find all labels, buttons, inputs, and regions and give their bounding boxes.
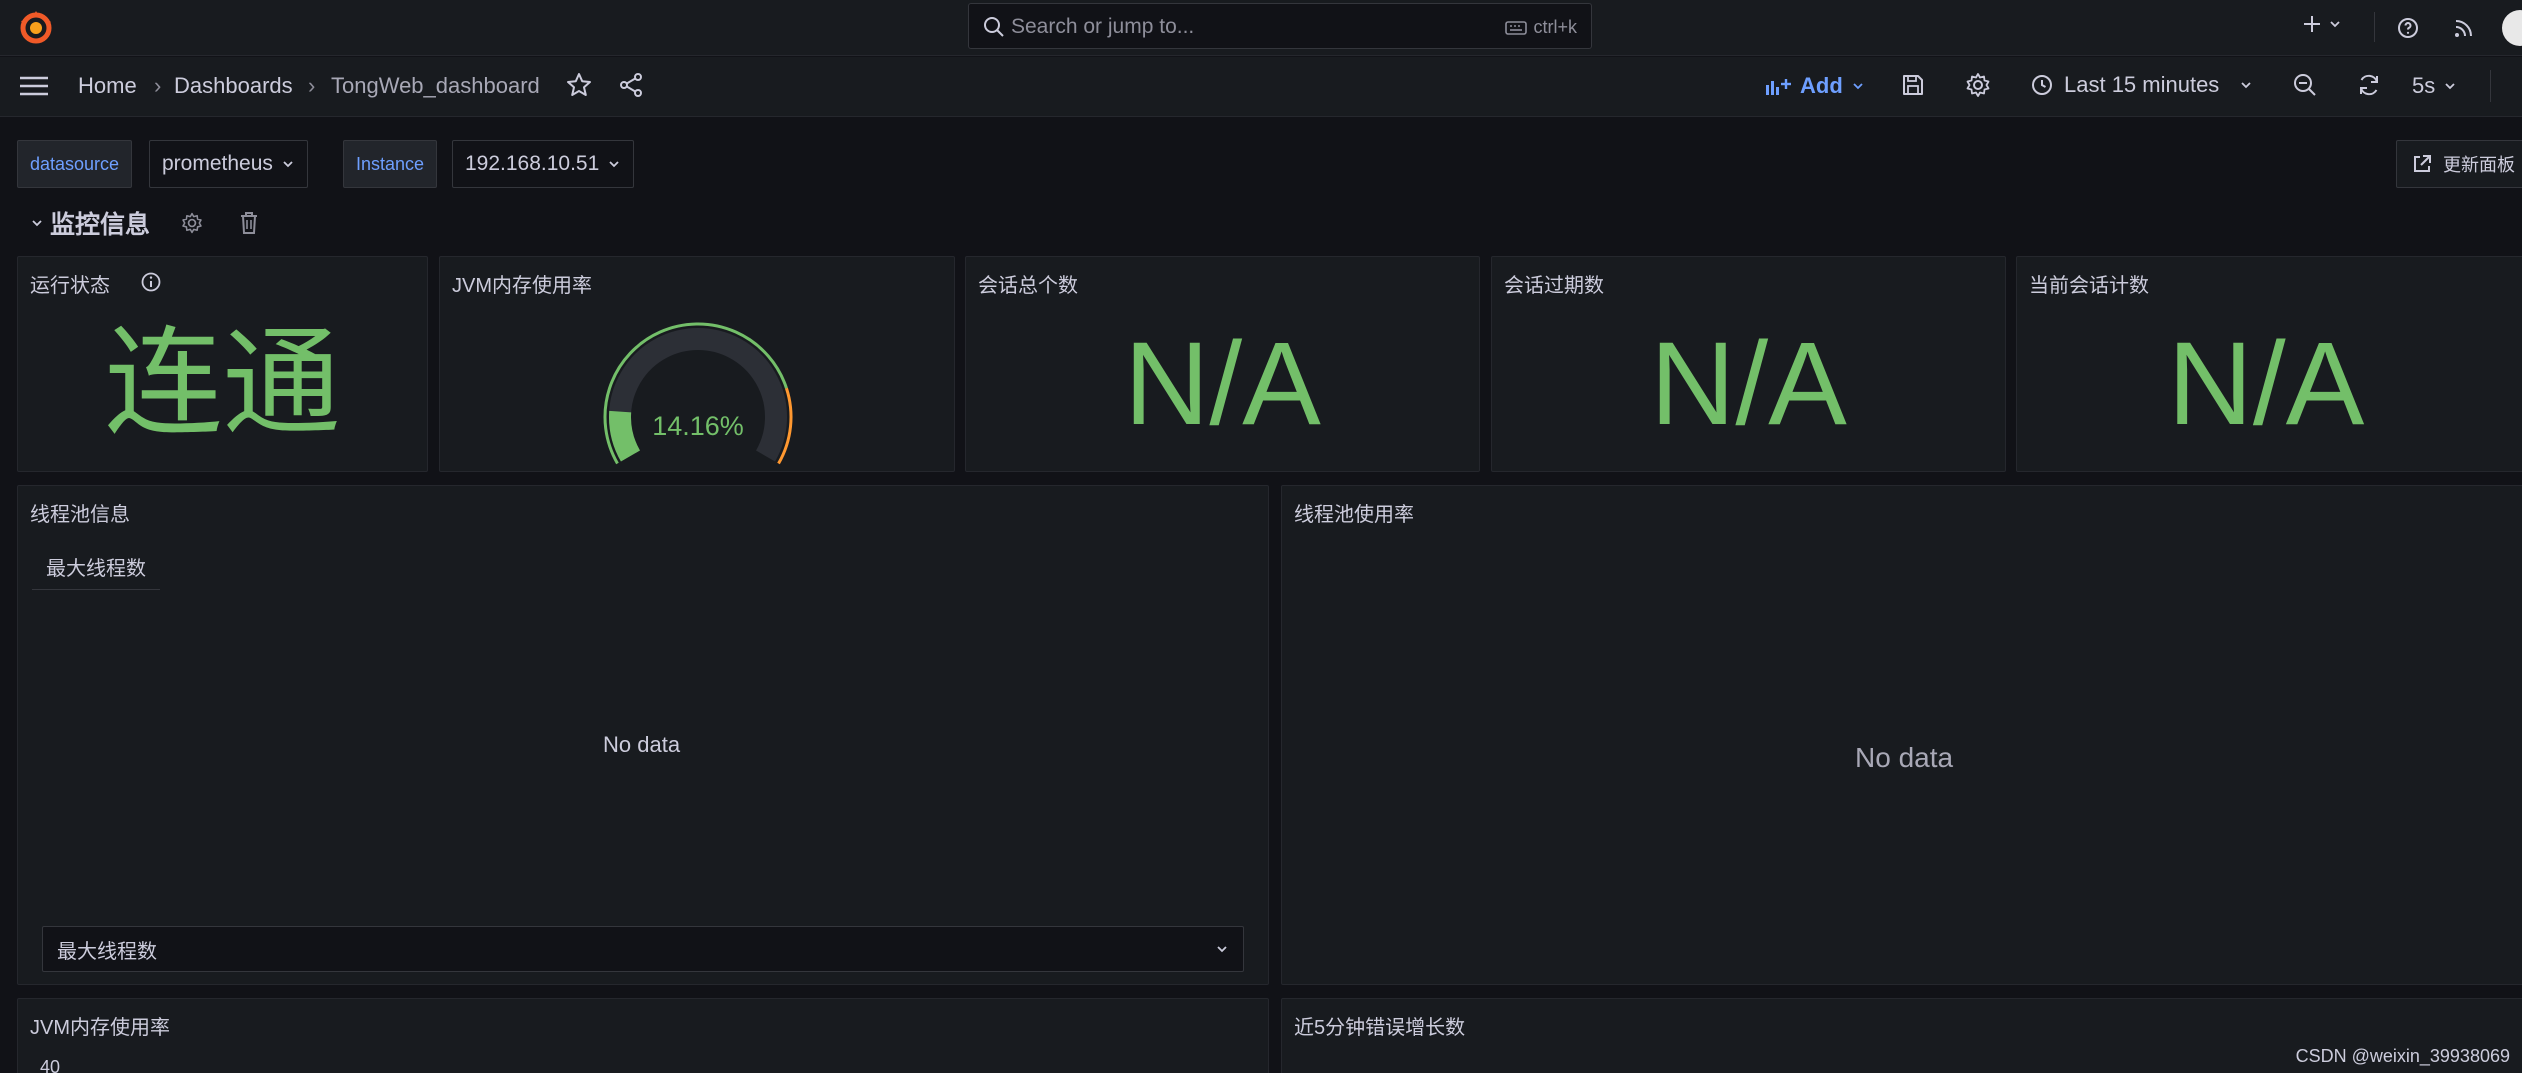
stat-value: 连通 bbox=[104, 318, 341, 450]
chevron-down-icon bbox=[2445, 83, 2455, 90]
gauge-fill bbox=[609, 410, 641, 462]
watermark-text: CSDN @weixin_39938069 bbox=[2295, 1046, 2510, 1066]
gear-icon[interactable] bbox=[1964, 71, 1992, 104]
breadcrumb-current: TongWeb_dashboard bbox=[331, 73, 540, 98]
rss-icon bbox=[2455, 20, 2472, 37]
series-select-value: 最大线程数 bbox=[57, 940, 157, 963]
search-shortcut: ctrl+k bbox=[1505, 17, 1577, 38]
chevron-down-icon bbox=[1217, 946, 1227, 953]
keyboard-icon bbox=[1505, 20, 1528, 35]
panel-title: 近5分钟错误增长数 bbox=[1294, 1017, 1466, 1039]
search-bar[interactable]: Search or jump to... ctrl+k bbox=[968, 3, 1592, 49]
datasource-value: prometheus bbox=[162, 152, 273, 175]
panel-title: 当前会话计数 bbox=[2029, 275, 2149, 297]
gauge-chart: 14.16% bbox=[603, 322, 793, 465]
plus-icon bbox=[2304, 16, 2320, 32]
refresh-interval-label: 5s bbox=[2412, 73, 2436, 98]
tab-max-threads[interactable]: 最大线程数 bbox=[32, 544, 160, 590]
search-placeholder: Search or jump to... bbox=[1011, 15, 1195, 38]
stat-value: N/A bbox=[2167, 318, 2365, 450]
share-icon[interactable] bbox=[618, 72, 644, 103]
panel-sessions-expired[interactable]: 会话过期数 N/A bbox=[1491, 256, 2006, 472]
add-button[interactable]: Add bbox=[1764, 73, 1865, 99]
panel-jvm-timeseries[interactable]: JVM内存使用率 40 bbox=[17, 998, 1269, 1073]
divider bbox=[2490, 70, 2491, 102]
help-icon bbox=[2398, 18, 2418, 38]
chevron-down-icon bbox=[2241, 82, 2251, 89]
panel-threadpool-usage[interactable]: 线程池使用率 No data bbox=[1281, 485, 2522, 985]
news-button[interactable] bbox=[2446, 10, 2482, 46]
row-title: 监控信息 bbox=[50, 211, 151, 239]
panel-threadpool-info[interactable]: 线程池信息 最大线程数 No data 最大线程数 bbox=[17, 485, 1269, 985]
save-icon[interactable] bbox=[1900, 72, 1926, 103]
update-panel-label: 更新面板 bbox=[2443, 155, 2515, 175]
new-menu-button[interactable] bbox=[2300, 12, 2342, 36]
divider bbox=[2374, 12, 2375, 42]
time-range-label: Last 15 minutes bbox=[2064, 72, 2220, 97]
no-data-text: No data bbox=[1855, 742, 1954, 773]
shortcut-label: ctrl+k bbox=[1533, 17, 1577, 37]
panel-sessions-current[interactable]: 当前会话计数 N/A bbox=[2016, 256, 2522, 472]
grafana-logo-icon[interactable] bbox=[16, 8, 56, 48]
stat-value: N/A bbox=[1650, 318, 1847, 450]
refresh-icon[interactable] bbox=[2356, 72, 2382, 103]
row-settings-icon[interactable] bbox=[180, 211, 204, 240]
help-button[interactable] bbox=[2390, 10, 2426, 46]
chevron-down-icon bbox=[32, 220, 42, 227]
search-icon bbox=[983, 16, 1005, 43]
panel-jvm-gauge[interactable]: JVM内存使用率 14.16% bbox=[439, 256, 955, 472]
instance-variable-label: Instance bbox=[343, 140, 438, 188]
panel-sessions-total[interactable]: 会话总个数 N/A bbox=[965, 256, 1480, 472]
chevron-down-icon bbox=[2330, 21, 2340, 28]
stat-value: N/A bbox=[1124, 318, 1321, 450]
panel-title: 会话过期数 bbox=[1504, 275, 1604, 297]
breadcrumb-separator: › bbox=[308, 73, 316, 98]
panel-title: 线程池使用率 bbox=[1294, 504, 1414, 526]
chevron-down-icon bbox=[609, 161, 619, 168]
no-data-text: No data bbox=[603, 732, 681, 757]
panel-run-status[interactable]: 运行状态 连通 bbox=[17, 256, 428, 472]
breadcrumb-separator: › bbox=[154, 73, 162, 98]
instance-value: 192.168.10.51 bbox=[465, 152, 600, 175]
datasource-select[interactable]: prometheus bbox=[149, 140, 308, 188]
add-panel-icon bbox=[1766, 79, 1791, 95]
panel-title: 会话总个数 bbox=[978, 275, 1078, 297]
trash-icon[interactable] bbox=[238, 211, 260, 240]
datasource-variable-label: datasource bbox=[17, 140, 133, 188]
panel-title: 线程池信息 bbox=[30, 504, 130, 526]
breadcrumb-dashboards[interactable]: Dashboards bbox=[174, 73, 293, 99]
star-icon[interactable] bbox=[566, 72, 592, 103]
refresh-interval-picker[interactable]: 5s bbox=[2412, 73, 2457, 99]
menu-toggle-icon[interactable] bbox=[18, 74, 50, 103]
clock-icon bbox=[2032, 75, 2052, 95]
instance-select[interactable]: 192.168.10.51 bbox=[452, 140, 635, 188]
row-header[interactable]: 监控信息 bbox=[30, 205, 150, 241]
update-panel-link[interactable]: 更新面板 bbox=[2396, 140, 2522, 188]
gauge-value: 14.16% bbox=[652, 411, 744, 441]
panel-title: JVM内存使用率 bbox=[452, 275, 592, 297]
info-icon[interactable] bbox=[140, 271, 162, 298]
y-axis-tick: 40 bbox=[40, 1057, 61, 1073]
panel-title: 运行状态 bbox=[30, 275, 110, 297]
zoom-out-icon[interactable] bbox=[2292, 72, 2318, 103]
time-range-picker[interactable]: Last 15 minutes bbox=[2030, 72, 2253, 98]
breadcrumb-home[interactable]: Home bbox=[78, 73, 137, 99]
add-button-label: Add bbox=[1800, 73, 1843, 98]
external-link-icon bbox=[2414, 155, 2431, 172]
series-select[interactable]: 最大线程数 bbox=[42, 926, 1244, 972]
chevron-down-icon bbox=[1853, 83, 1863, 90]
panel-title: JVM内存使用率 bbox=[30, 1017, 170, 1039]
chevron-down-icon bbox=[283, 161, 293, 168]
